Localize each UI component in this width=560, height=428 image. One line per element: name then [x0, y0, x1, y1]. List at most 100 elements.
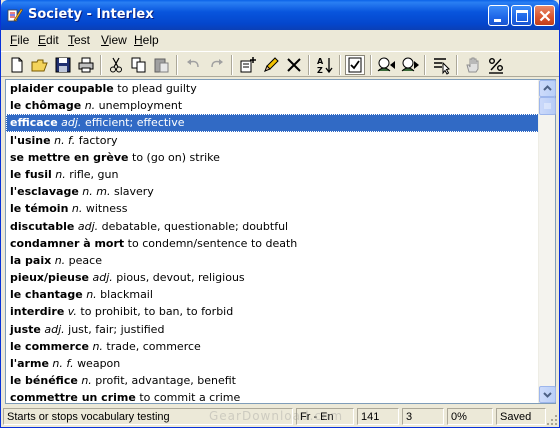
menu-test[interactable]: Test	[68, 33, 90, 47]
test-forward-button[interactable]	[399, 55, 419, 75]
percent-button[interactable]	[486, 55, 506, 75]
entry-term: se mettre en grève	[10, 150, 129, 164]
list-item[interactable]: le témoin n. witness	[6, 200, 539, 217]
scroll-up-button[interactable]	[539, 80, 556, 97]
toolbar: AZ	[1, 51, 559, 77]
list-item[interactable]: le chômage n. unemployment	[6, 97, 539, 114]
entry-term: l'arme	[10, 357, 49, 370]
edit-entry-button[interactable]	[261, 55, 281, 75]
entry-definition: witness	[85, 202, 128, 216]
delete-x-icon	[287, 58, 301, 72]
test-backward-icon	[377, 57, 395, 72]
new-file-icon	[11, 57, 23, 73]
entry-term: le chantage	[10, 288, 83, 302]
status-position: 3	[402, 408, 444, 425]
menu-view[interactable]: View	[101, 33, 127, 47]
title-bar[interactable]: Society - Interlex	[1, 0, 559, 30]
select-list-button[interactable]	[431, 55, 451, 75]
percent-icon	[489, 58, 503, 74]
save-button[interactable]	[53, 55, 73, 75]
open-button[interactable]	[30, 55, 50, 75]
entry-term: condamner à mort	[10, 236, 125, 250]
status-state: Saved	[496, 408, 546, 425]
list-item[interactable]: le commerce n. trade, commerce	[6, 338, 539, 355]
entry-definition: to prohibit, to ban, to forbid	[80, 305, 234, 319]
list-item[interactable]: commettre un crime to commit a crime	[6, 389, 539, 403]
toolbar-separator	[231, 55, 233, 75]
list-item[interactable]: l'usine n. f. factory	[6, 132, 539, 149]
entry-part-of-speech: v.	[67, 305, 77, 319]
list-item[interactable]: interdire v. to prohibit, to ban, to for…	[6, 303, 539, 320]
entry-definition: debatable, questionable; doubtful	[101, 219, 289, 233]
toolbar-separator	[308, 55, 310, 75]
maximize-button[interactable]	[511, 5, 532, 26]
entry-definition: trade, commerce	[106, 339, 201, 353]
close-button[interactable]	[534, 5, 555, 26]
entry-part-of-speech: n. m.	[82, 185, 111, 199]
undo-button[interactable]	[184, 55, 204, 75]
new-file-button[interactable]	[7, 55, 27, 75]
delete-entry-button[interactable]	[284, 55, 304, 75]
scroll-thumb[interactable]	[539, 97, 556, 115]
menu-help[interactable]: Help	[134, 33, 159, 47]
entry-part-of-speech: adj.	[44, 322, 65, 336]
entry-definition: just, fair; justified	[68, 322, 165, 336]
test-forward-icon	[401, 57, 419, 72]
hand-button[interactable]	[463, 55, 483, 75]
entry-part-of-speech: adj.	[77, 219, 99, 233]
list-item[interactable]: l'arme n. f. weapon	[6, 355, 539, 372]
list-item[interactable]: l'esclavage n. m. slavery	[6, 183, 539, 200]
list-item[interactable]: se mettre en grève to (go on) strike	[6, 149, 539, 166]
resize-grip-icon[interactable]	[546, 414, 558, 426]
toolbar-separator	[424, 55, 426, 75]
entry-term: juste	[10, 322, 41, 336]
entry-definition: profit, advantage, benefit	[95, 374, 236, 388]
test-backward-button[interactable]	[376, 55, 396, 75]
minimize-button[interactable]	[488, 5, 509, 26]
arrow-down-icon	[543, 392, 552, 398]
select-list-icon	[434, 58, 451, 75]
entry-term: commettre un crime	[10, 391, 136, 403]
list-item[interactable]: la paix n. peace	[6, 252, 539, 269]
redo-button[interactable]	[206, 55, 226, 75]
status-count: 141	[357, 408, 399, 425]
print-button[interactable]	[76, 55, 96, 75]
list-item[interactable]: juste adj. just, fair; justified	[6, 321, 539, 338]
entry-definition: efficient; effective	[84, 116, 185, 130]
entry-term: la paix	[10, 253, 52, 267]
cut-icon	[110, 57, 122, 73]
vertical-scrollbar[interactable]	[538, 80, 556, 403]
entry-definition: weapon	[77, 357, 121, 370]
list-item[interactable]: le chantage n. blackmail	[6, 286, 539, 303]
list-item[interactable]: condamner à mort to condemn/sentence to …	[6, 235, 539, 252]
edit-pencil-icon	[264, 57, 279, 72]
menu-edit[interactable]: Edit	[38, 33, 59, 47]
entry-definition: to condemn/sentence to death	[127, 236, 298, 250]
list-item[interactable]: le fusil n. rifle, gun	[6, 166, 539, 183]
open-folder-icon	[31, 59, 48, 72]
entry-term: le témoin	[10, 202, 69, 216]
scroll-down-button[interactable]	[539, 386, 556, 403]
save-icon	[55, 57, 71, 73]
toolbar-separator	[176, 55, 178, 75]
paste-button[interactable]	[152, 55, 172, 75]
grip-lines-icon	[544, 103, 551, 109]
sort-az-icon: AZ	[317, 57, 333, 75]
list-item[interactable]: plaider coupable to plead guilty	[6, 80, 539, 97]
vocabulary-list[interactable]: plaider coupable to plead guilty le chôma…	[5, 79, 556, 404]
entry-term: l'usine	[10, 133, 51, 147]
entry-part-of-speech: n. f.	[54, 133, 76, 147]
vocabulary-rows: plaider coupable to plead guilty le chôma…	[6, 80, 539, 403]
status-percent: 0%	[447, 408, 493, 425]
list-item[interactable]: discutable adj. debatable, questionable;…	[6, 218, 539, 235]
start-test-button[interactable]	[345, 55, 365, 75]
copy-button[interactable]	[129, 55, 149, 75]
list-item[interactable]: pieux/pieuse adj. pious, devout, religio…	[6, 269, 539, 286]
add-entry-button[interactable]	[238, 55, 258, 75]
menu-file[interactable]: File	[10, 33, 29, 47]
entry-part-of-speech: adj.	[61, 116, 82, 130]
sort-button[interactable]: AZ	[315, 55, 335, 75]
list-item[interactable]: efficace adj. efficient; effective	[6, 114, 539, 132]
cut-button[interactable]	[106, 55, 126, 75]
list-item[interactable]: le bénéfice n. profit, advantage, benefi…	[6, 372, 539, 389]
